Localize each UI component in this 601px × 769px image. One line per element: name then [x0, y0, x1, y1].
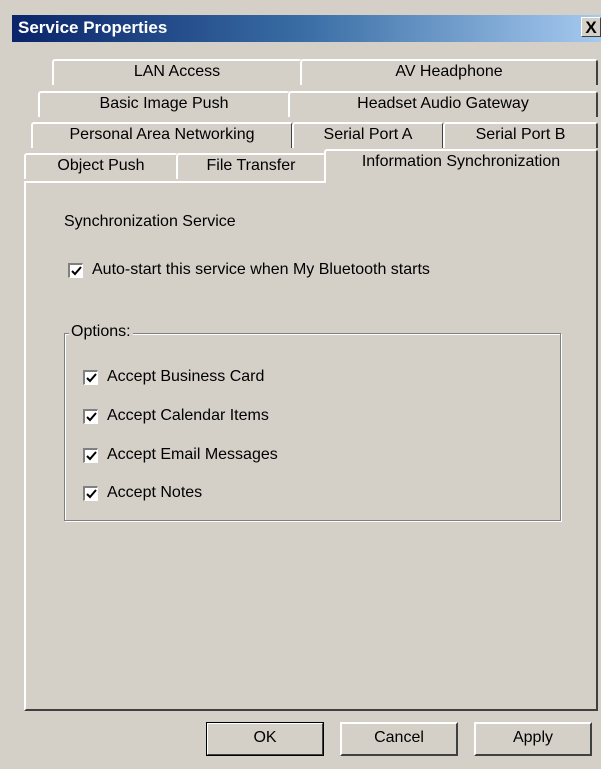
tab-label: Object Push — [57, 157, 145, 174]
option-business-card-checkbox[interactable] — [83, 370, 98, 385]
apply-button[interactable]: Apply — [474, 722, 592, 756]
checkmark-icon — [86, 489, 97, 499]
options-group-title: Options: — [69, 323, 133, 341]
tab-label: Personal Area Networking — [69, 126, 255, 143]
checkmark-icon — [86, 451, 97, 461]
checkmark-icon — [86, 412, 97, 422]
option-label: Accept Business Card — [107, 368, 265, 385]
tab-av-headphone[interactable]: AV Headphone — [300, 59, 598, 85]
tab-serial-port-a[interactable]: Serial Port A — [292, 122, 444, 148]
tab-label: Basic Image Push — [99, 95, 229, 112]
title-bar[interactable]: Service Properties X — [12, 15, 601, 42]
option-label: Accept Email Messages — [107, 446, 278, 463]
checkmark-icon — [86, 373, 97, 383]
option-label: Accept Calendar Items — [107, 407, 269, 424]
tab-personal-area-networking[interactable]: Personal Area Networking — [31, 122, 293, 148]
close-icon: X — [585, 18, 597, 37]
tab-panel: Synchronization Service Auto-start this … — [24, 181, 598, 711]
autostart-checkbox[interactable] — [68, 263, 83, 278]
window-title: Service Properties — [18, 18, 168, 37]
tab-object-push[interactable]: Object Push — [24, 153, 178, 179]
tab-serial-port-b[interactable]: Serial Port B — [443, 122, 598, 148]
option-label: Accept Notes — [107, 484, 203, 501]
options-groupbox: Options: Accept Business Card Accept Cal… — [64, 323, 561, 521]
ok-button[interactable]: OK — [206, 722, 324, 756]
tab-label: File Transfer — [206, 157, 296, 174]
tab-label: Headset Audio Gateway — [357, 95, 529, 112]
tab-basic-image-push[interactable]: Basic Image Push — [38, 91, 290, 117]
option-email-messages-checkbox[interactable] — [83, 448, 98, 463]
tab-headset-audio-gateway[interactable]: Headset Audio Gateway — [288, 91, 598, 117]
autostart-label: Auto-start this service when My Bluetoot… — [92, 261, 430, 278]
section-heading: Synchronization Service — [64, 213, 236, 230]
service-properties-dialog: Service Properties X LAN Access AV Headp… — [0, 0, 601, 769]
close-button[interactable]: X — [581, 17, 601, 37]
tab-label: Information Synchronization — [361, 153, 561, 170]
tab-label: AV Headphone — [395, 63, 503, 80]
tab-lan-access[interactable]: LAN Access — [52, 59, 302, 85]
tab-label: Serial Port B — [475, 126, 566, 143]
option-calendar-items-checkbox[interactable] — [83, 409, 98, 424]
cancel-button[interactable]: Cancel — [340, 722, 458, 756]
tab-information-synchronization[interactable]: Information Synchronization — [324, 149, 598, 183]
tab-label: LAN Access — [133, 63, 221, 80]
checkmark-icon — [71, 266, 82, 276]
tab-file-transfer[interactable]: File Transfer — [176, 153, 326, 179]
tab-label: Serial Port A — [323, 126, 413, 143]
option-notes-checkbox[interactable] — [83, 486, 98, 501]
